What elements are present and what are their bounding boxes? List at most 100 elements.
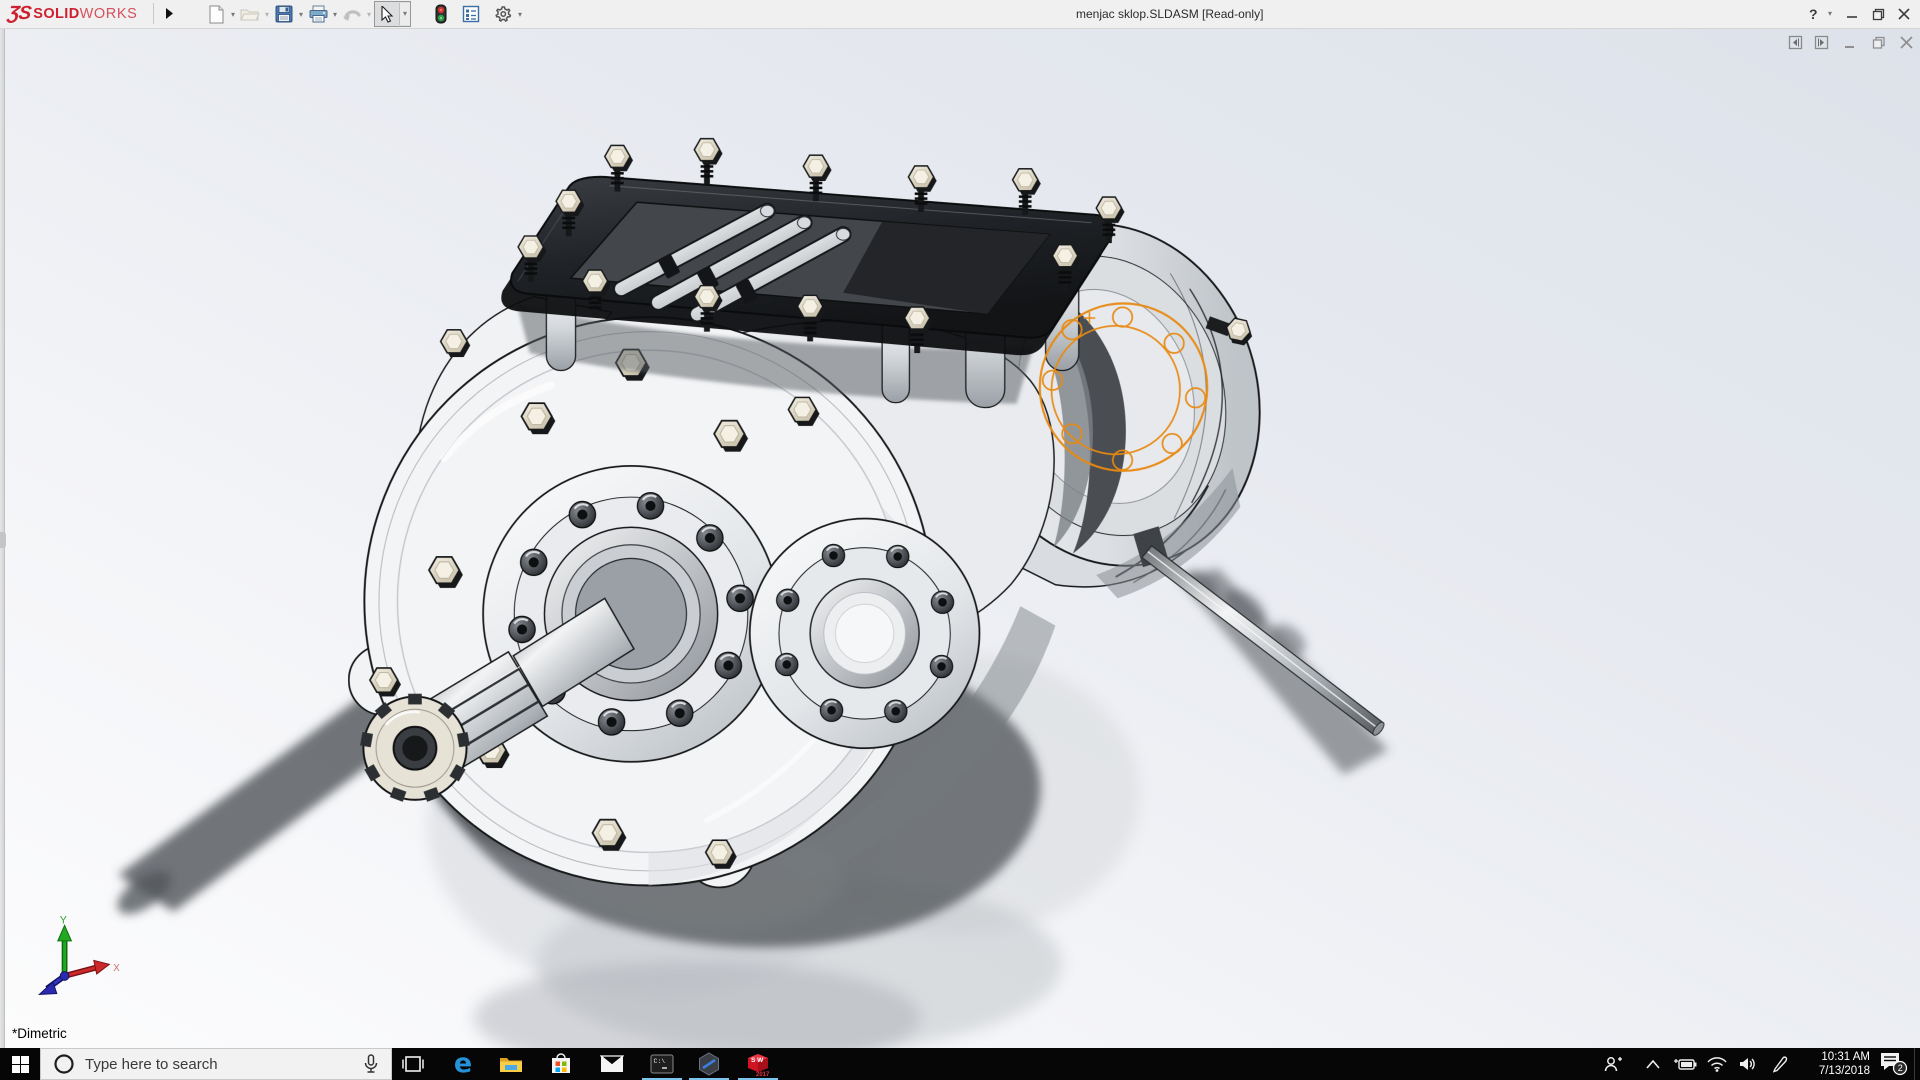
print-icon xyxy=(309,5,328,23)
open-dropdown[interactable]: ▾ xyxy=(262,10,272,19)
gear-icon xyxy=(494,5,512,23)
running-indicator-cmd xyxy=(642,1078,682,1080)
triad-x-label: X xyxy=(113,963,120,974)
action-center-button[interactable]: 2 xyxy=(1876,1048,1912,1080)
undo-button[interactable] xyxy=(340,2,364,26)
running-indicator-hexagon xyxy=(689,1078,729,1080)
pane-left-icon xyxy=(1788,35,1803,50)
doc-minimize-icon xyxy=(1844,37,1856,49)
solidworks-logo-icon: ƷS xyxy=(6,3,31,25)
pen-icon xyxy=(1771,1055,1789,1073)
print-button[interactable] xyxy=(306,2,330,26)
toolbar-flyout-button[interactable] xyxy=(160,2,178,25)
store-icon xyxy=(550,1053,572,1075)
print-dropdown[interactable]: ▾ xyxy=(330,10,340,19)
microphone-icon[interactable] xyxy=(363,1054,379,1074)
help-button[interactable]: ? xyxy=(1809,0,1818,28)
taskbar-solidworks[interactable]: S W 2017 xyxy=(736,1048,780,1080)
document-window-controls xyxy=(1788,34,1920,56)
task-view-icon xyxy=(402,1055,424,1073)
clock-date: 7/13/2018 xyxy=(1800,1064,1870,1078)
logo-text-solid: SOLID xyxy=(33,6,79,22)
taskbar-store[interactable] xyxy=(539,1048,583,1080)
options-dropdown[interactable]: ▾ xyxy=(515,10,525,19)
hex-bolt[interactable] xyxy=(441,330,471,357)
cmd-glyph: C:\ xyxy=(654,1058,666,1065)
windows-taskbar: e C:\ xyxy=(0,1048,1920,1080)
logo-text-works: WORKS xyxy=(80,6,138,22)
battery-tray-button[interactable] xyxy=(1670,1048,1700,1080)
view-orientation-label: *Dimetric xyxy=(12,1026,67,1041)
taskbar-hexagon-app[interactable] xyxy=(687,1048,731,1080)
window-restore-button[interactable] xyxy=(1872,0,1885,28)
show-desktop-button[interactable] xyxy=(1914,1048,1920,1080)
action-center-icon: 2 xyxy=(1879,1051,1909,1077)
open-button[interactable] xyxy=(238,2,262,26)
rebuild-button[interactable] xyxy=(429,2,453,26)
taskbar-clock[interactable]: 10:31 AM 7/13/2018 xyxy=(1800,1050,1870,1078)
minimize-icon xyxy=(1846,8,1858,20)
people-icon xyxy=(1603,1055,1623,1073)
document-title: menjac sklop.SLDASM [Read-only] xyxy=(1076,0,1263,28)
window-minimize-button[interactable] xyxy=(1846,0,1858,28)
sw-letters: S W xyxy=(751,1057,764,1064)
mail-icon xyxy=(600,1055,624,1073)
triad-y-label: Y xyxy=(60,914,67,926)
volume-tray-button[interactable] xyxy=(1733,1048,1763,1080)
command-prompt-icon: C:\ xyxy=(650,1054,674,1074)
solidworks-2017-icon: S W 2017 xyxy=(745,1051,771,1077)
new-document-icon xyxy=(208,5,225,24)
edge-icon: e xyxy=(454,1051,472,1077)
select-cursor-icon xyxy=(375,2,399,26)
speaker-icon xyxy=(1739,1056,1758,1072)
help-dropdown[interactable]: ▾ xyxy=(1828,0,1832,28)
search-input[interactable] xyxy=(83,1055,363,1074)
windows-ink-tray-button[interactable] xyxy=(1765,1048,1795,1080)
splitter-handle[interactable] xyxy=(0,532,6,548)
battery-icon xyxy=(1673,1057,1697,1071)
save-floppy-icon xyxy=(275,5,293,23)
undo-arrow-icon xyxy=(342,6,362,22)
pane-left-button[interactable] xyxy=(1788,35,1814,55)
save-button[interactable] xyxy=(272,2,296,26)
restore-icon xyxy=(1872,8,1885,21)
wifi-tray-button[interactable] xyxy=(1702,1048,1732,1080)
doc-restore-button[interactable] xyxy=(1872,36,1900,54)
people-tray-button[interactable] xyxy=(1598,1048,1628,1080)
start-button[interactable] xyxy=(0,1048,40,1080)
taskbar-edge[interactable]: e xyxy=(441,1048,485,1080)
doc-close-button[interactable] xyxy=(1900,36,1920,54)
clock-time: 10:31 AM xyxy=(1800,1050,1870,1064)
new-document-dropdown[interactable]: ▾ xyxy=(228,10,238,19)
select-tool-button[interactable]: ▾ xyxy=(374,1,411,27)
doc-close-icon xyxy=(1900,36,1913,49)
tray-overflow-button[interactable] xyxy=(1638,1048,1668,1080)
taskbar-mail[interactable] xyxy=(590,1048,634,1080)
wifi-icon xyxy=(1707,1057,1727,1072)
file-properties-button[interactable] xyxy=(459,2,483,26)
taskbar-search[interactable] xyxy=(40,1048,392,1080)
window-close-button[interactable] xyxy=(1898,0,1910,28)
toolbar-separator xyxy=(153,3,154,24)
pane-right-button[interactable] xyxy=(1814,35,1844,55)
traffic-light-icon xyxy=(435,4,447,24)
side-bearing-cover[interactable] xyxy=(750,519,980,749)
doc-minimize-button[interactable] xyxy=(1844,36,1872,54)
task-view-button[interactable] xyxy=(391,1048,435,1080)
pane-right-icon xyxy=(1814,35,1829,50)
save-dropdown[interactable]: ▾ xyxy=(296,10,306,19)
notification-badge: 2 xyxy=(1898,1063,1903,1073)
options-button[interactable] xyxy=(491,2,515,26)
taskbar-file-explorer[interactable] xyxy=(489,1048,533,1080)
select-dropdown[interactable]: ▾ xyxy=(399,3,410,25)
file-explorer-icon xyxy=(499,1055,523,1074)
running-indicator-solidworks xyxy=(738,1078,778,1080)
file-properties-icon xyxy=(462,5,480,23)
title-bar: ƷS SOLIDWORKS ▾ ▾ ▾ xyxy=(0,0,1920,29)
taskbar-command-prompt[interactable]: C:\ xyxy=(640,1048,684,1080)
undo-dropdown[interactable]: ▾ xyxy=(364,10,374,19)
gearbox-model[interactable]: Y X xyxy=(0,28,1920,1048)
new-document-button[interactable] xyxy=(204,2,228,26)
sw-year: 2017 xyxy=(756,1072,770,1077)
standard-toolbar: ▾ ▾ ▾ ▾ xyxy=(204,2,525,26)
